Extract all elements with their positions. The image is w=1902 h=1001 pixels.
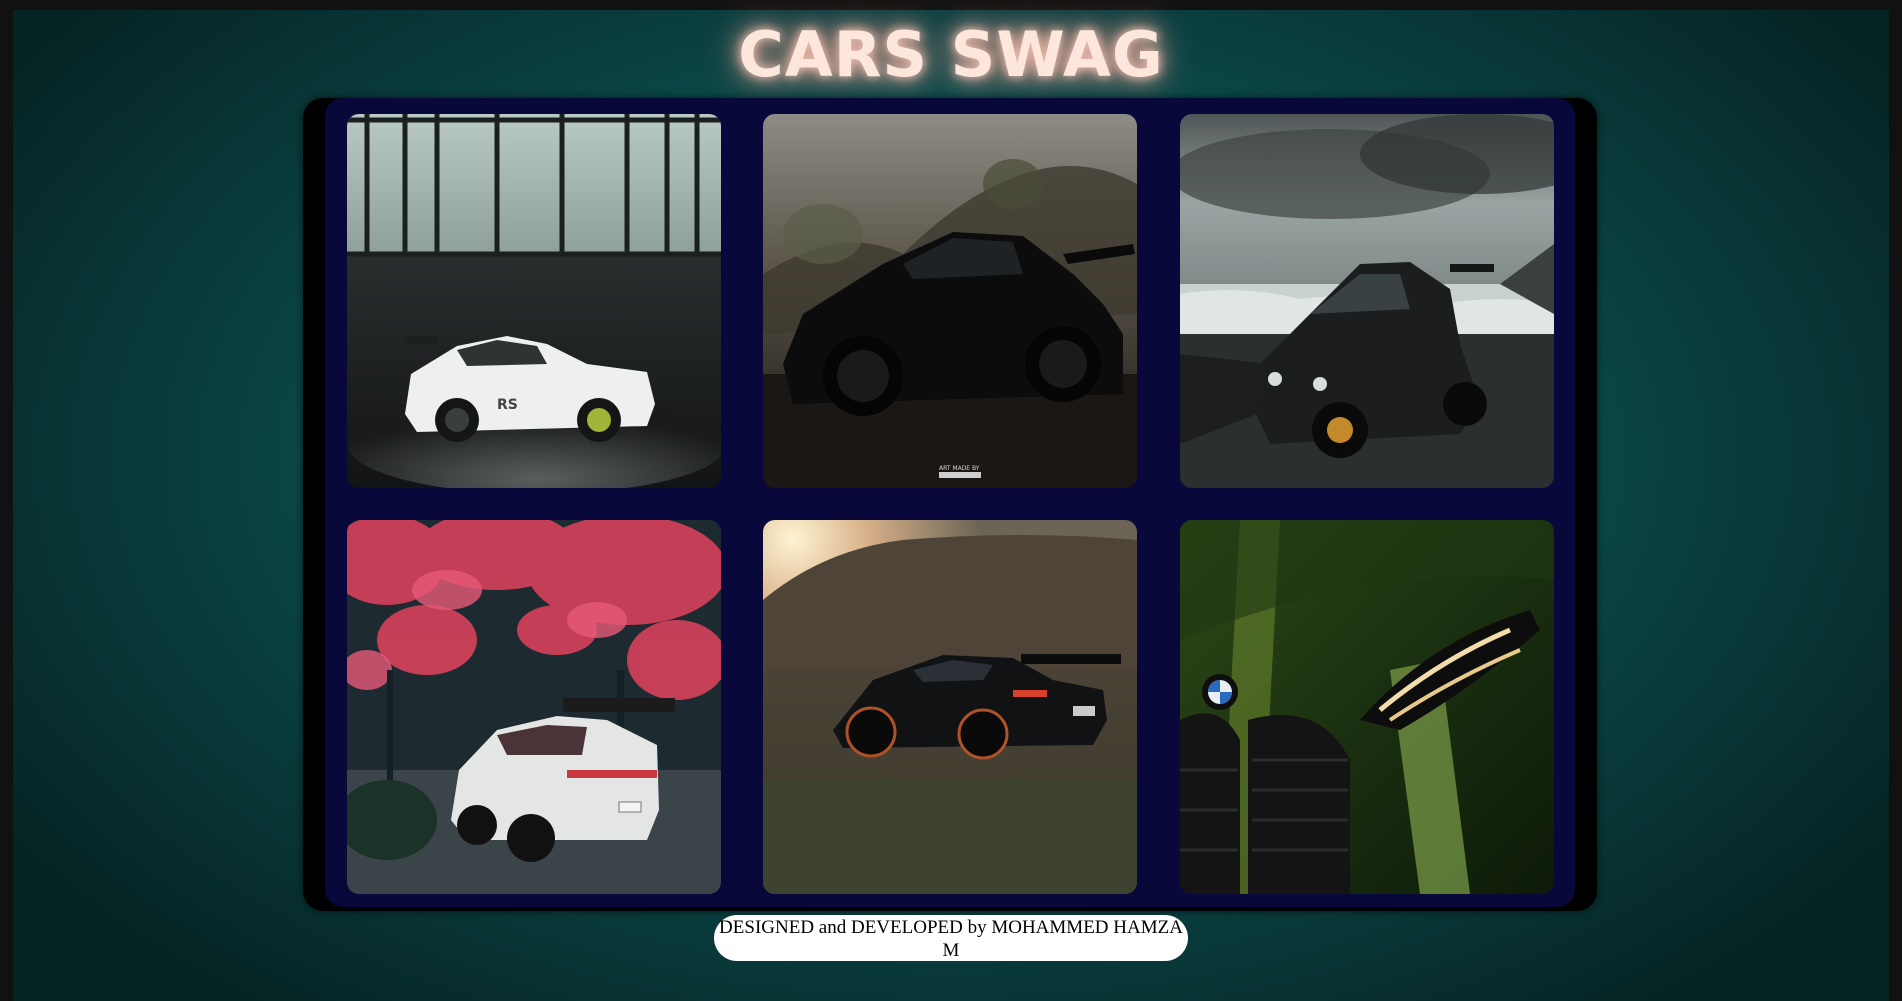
page-title: CARS SWAG <box>738 18 1164 91</box>
svg-text:RS: RS <box>497 397 518 413</box>
car-image-4[interactable] <box>347 520 721 894</box>
car-image-1[interactable]: RS <box>347 114 721 488</box>
watermark-text: ART MADE BY <box>939 465 980 472</box>
page: CARS SWAG RS ART MADE BY DESIGNED and DE… <box>0 0 1902 1001</box>
car-image-3[interactable] <box>1180 114 1554 488</box>
footer-credit: DESIGNED and DEVELOPED by MOHAMMED HAMZA… <box>714 915 1188 961</box>
footer-credit-text: DESIGNED and DEVELOPED by MOHAMMED HAMZA… <box>719 917 1183 961</box>
car-image-5[interactable] <box>763 520 1137 894</box>
car-image-6[interactable] <box>1180 520 1554 894</box>
car-image-2[interactable]: ART MADE BY <box>763 114 1137 488</box>
